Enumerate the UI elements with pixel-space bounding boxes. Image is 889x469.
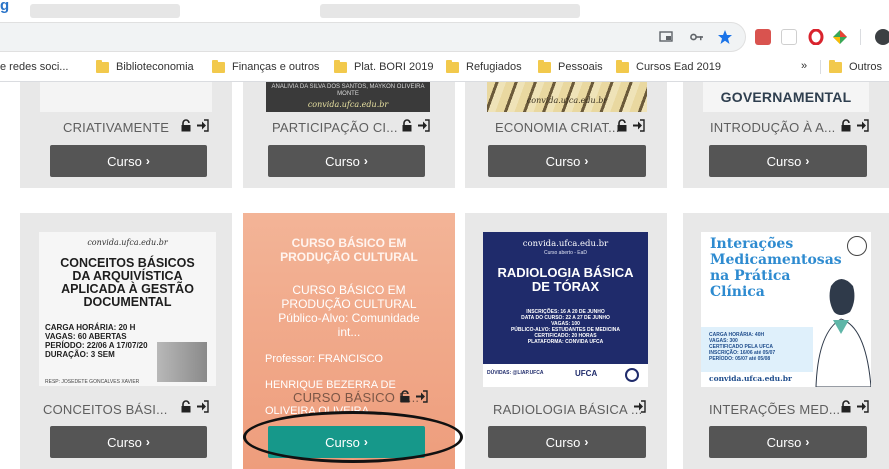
star-icon[interactable] <box>716 28 734 46</box>
folder-icon <box>334 59 347 73</box>
bookmark-folder[interactable]: Refugiados <box>446 59 522 75</box>
window-title-fragment: g <box>0 0 10 14</box>
cast-icon[interactable] <box>657 28 675 46</box>
course-button[interactable]: Curso › <box>488 426 646 458</box>
course-thumbnail[interactable]: convida.ufca.edu.br Curso aberto - EaD R… <box>483 232 648 387</box>
course-card: convida.ufca.edu.br Curso aberto - EaD R… <box>465 213 667 469</box>
course-title: CRIATIVAMENTE <box>63 120 170 135</box>
bookmark-folder[interactable]: Finanças e outros <box>212 59 319 75</box>
enter-icon[interactable] <box>197 119 209 132</box>
tab[interactable] <box>30 4 180 18</box>
bookmark-separator <box>820 60 821 74</box>
lock-icon <box>617 119 627 132</box>
folder-icon <box>829 59 842 73</box>
course-title: INTERAÇÕES MED... <box>709 402 841 417</box>
course-grid: CRIATIVAMENTE Curso › ANALIVIA DA SILVA D… <box>0 82 889 469</box>
course-card: Interações Medicamentosas na Prática Clí… <box>683 213 889 469</box>
pharmacist-illustration <box>815 279 871 387</box>
enter-icon[interactable] <box>634 400 646 413</box>
lock-icon <box>181 400 191 413</box>
tab-strip: g <box>0 0 889 22</box>
colorful-extension-icon[interactable] <box>832 29 848 45</box>
course-thumbnail[interactable]: Interações Medicamentosas na Prática Clí… <box>701 232 871 387</box>
course-thumbnail[interactable]: GOVERNAMENTAL <box>703 82 869 112</box>
lock-icon <box>841 119 851 132</box>
pdf-extension-icon[interactable] <box>755 29 771 45</box>
bookmarks-overflow-button[interactable]: » <box>801 60 807 72</box>
enter-icon[interactable] <box>416 390 428 403</box>
course-card: convida.ufca.edu.br ECONOMIA CRIAT... Cu… <box>465 82 667 188</box>
course-title: RADIOLOGIA BÁSICA ... <box>493 402 643 417</box>
enter-icon[interactable] <box>197 400 209 413</box>
bookmark-folder[interactable]: Plat. BORI 2019 <box>334 59 434 75</box>
course-thumbnail[interactable] <box>40 82 212 112</box>
extension-box-icon[interactable] <box>781 29 797 45</box>
seal-icon <box>625 368 639 382</box>
course-card: ANALIVIA DA SILVA DOS SANTOS, MAYKON OLI… <box>243 82 455 188</box>
course-title: INTRODUÇÃO À A... <box>710 120 836 135</box>
bookmarks-bar: e redes soci... Biblioteconomia Finanças… <box>0 52 889 82</box>
opera-extension-icon[interactable] <box>808 28 824 46</box>
browser-window: g e redes soci... Biblioteconomia Finanç… <box>0 0 889 469</box>
bookmark-folder[interactable]: Pessoais <box>538 59 603 75</box>
course-title: PARTICIPAÇÃO CI... <box>272 120 398 135</box>
course-thumbnail[interactable]: ANALIVIA DA SILVA DOS SANTOS, MAYKON OLI… <box>266 82 430 112</box>
key-icon[interactable] <box>688 28 706 46</box>
thumbnail-footer: DÚVIDAS: @LIAP.UFCA UFCA <box>483 364 648 387</box>
tab[interactable] <box>320 4 580 18</box>
enter-icon[interactable] <box>857 119 869 132</box>
course-button[interactable]: Curso › <box>709 426 867 458</box>
course-thumbnail[interactable]: convida.ufca.edu.br CONCEITOS BÁSICOS DA… <box>39 232 216 386</box>
folder-icon <box>212 59 225 73</box>
lock-icon <box>841 400 851 413</box>
course-button[interactable]: Curso › <box>50 145 207 177</box>
course-button[interactable]: Curso › <box>488 145 646 177</box>
lock-icon <box>400 390 410 403</box>
enter-icon[interactable] <box>633 119 645 132</box>
bookmark-folder-others[interactable]: Outros <box>829 59 882 75</box>
course-card: CRIATIVAMENTE Curso › <box>20 82 232 188</box>
course-button[interactable]: Curso › <box>268 145 425 177</box>
folder-icon <box>446 59 459 73</box>
course-title: ECONOMIA CRIAT... <box>495 120 620 135</box>
lock-icon <box>181 119 191 132</box>
caduceus-icon <box>847 236 867 256</box>
archive-photo <box>157 342 207 382</box>
folder-icon <box>96 59 109 73</box>
course-button[interactable]: Curso › <box>709 145 867 177</box>
course-title: CONCEITOS BÁSI... <box>43 402 168 417</box>
folder-icon <box>538 59 551 73</box>
profile-icon[interactable] <box>875 29 889 45</box>
course-thumbnail[interactable]: convida.ufca.edu.br <box>487 82 647 112</box>
ufca-logo: UFCA <box>575 369 598 378</box>
enter-icon[interactable] <box>418 119 430 132</box>
bookmark-item[interactable]: e redes soci... <box>0 59 68 75</box>
course-card: convida.ufca.edu.br CONCEITOS BÁSICOS DA… <box>20 213 232 469</box>
annotation-ellipse <box>243 411 463 463</box>
folder-icon <box>616 59 629 73</box>
lock-icon <box>402 119 412 132</box>
course-button[interactable]: Curso › <box>50 426 207 458</box>
browser-toolbar <box>0 22 889 52</box>
enter-icon[interactable] <box>857 400 869 413</box>
address-bar[interactable] <box>0 22 746 52</box>
course-card: GOVERNAMENTAL INTRODUÇÃO À A... Curso › <box>683 82 889 188</box>
bookmark-folder[interactable]: Cursos Ead 2019 <box>616 59 721 75</box>
bookmark-folder[interactable]: Biblioteconomia <box>96 59 194 75</box>
